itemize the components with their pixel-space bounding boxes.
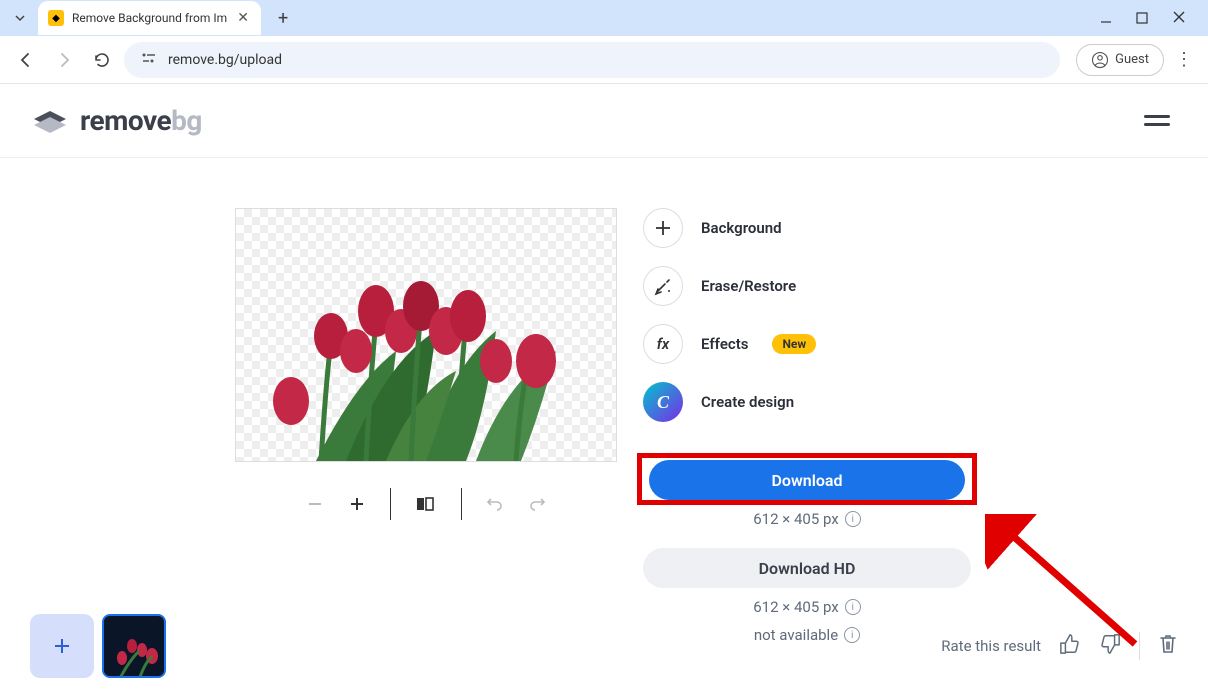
site-settings-icon[interactable] xyxy=(140,51,158,69)
fx-icon: fx xyxy=(643,324,683,364)
site-header: removebg xyxy=(0,84,1208,158)
download-button[interactable]: Download xyxy=(649,460,965,500)
info-icon[interactable]: i xyxy=(845,599,861,615)
brush-icon xyxy=(643,266,683,306)
canva-icon: C xyxy=(643,382,683,422)
minimize-icon[interactable] xyxy=(1100,9,1112,28)
address-bar[interactable]: remove.bg/upload xyxy=(124,42,1060,78)
zoom-out-button[interactable] xyxy=(306,495,324,513)
erase-restore-action[interactable]: Erase/Restore xyxy=(643,266,971,306)
bottom-bar: Rate this result xyxy=(0,614,1208,678)
image-thumbnail[interactable] xyxy=(102,614,166,678)
zoom-in-button[interactable] xyxy=(348,495,366,513)
browser-tab[interactable]: ◆ Remove Background from Im ✕ xyxy=(38,1,261,35)
site-logo[interactable]: removebg xyxy=(30,104,202,137)
rate-label: Rate this result xyxy=(941,637,1041,655)
delete-icon[interactable] xyxy=(1158,633,1178,659)
browser-toolbar: remove.bg/upload Guest ⋮ xyxy=(0,36,1208,84)
url-text: remove.bg/upload xyxy=(168,52,282,68)
logo-text: removebg xyxy=(80,104,202,137)
canvas-toolbar xyxy=(306,488,546,520)
tab-close-icon[interactable]: ✕ xyxy=(235,10,251,26)
plus-icon xyxy=(643,208,683,248)
result-image xyxy=(236,261,617,461)
create-design-action[interactable]: C Create design xyxy=(643,382,971,422)
action-label: Erase/Restore xyxy=(701,277,796,295)
action-label: Background xyxy=(701,219,782,237)
profile-button[interactable]: Guest xyxy=(1076,44,1164,76)
action-label: Effects xyxy=(701,335,748,353)
thumbs-up-icon[interactable] xyxy=(1059,633,1081,659)
toolbar-separator xyxy=(461,488,462,520)
toolbar-separator xyxy=(390,488,391,520)
forward-button[interactable] xyxy=(48,44,80,76)
maximize-icon[interactable] xyxy=(1136,9,1148,28)
thumbnail-strip xyxy=(30,614,166,678)
window-controls xyxy=(1086,0,1200,36)
close-window-icon[interactable] xyxy=(1172,9,1186,28)
page-content: removebg xyxy=(0,84,1208,696)
browser-menu-icon[interactable]: ⋮ xyxy=(1170,46,1198,74)
thumbs-down-icon[interactable] xyxy=(1099,633,1121,659)
background-action[interactable]: Background xyxy=(643,208,971,248)
tab-favicon: ◆ xyxy=(48,10,64,26)
download-size-label: 612 × 405 px i xyxy=(643,510,971,528)
new-tab-button[interactable]: + xyxy=(269,4,297,32)
result-canvas[interactable] xyxy=(235,208,617,462)
download-hd-button[interactable]: Download HD xyxy=(643,548,971,588)
redo-button[interactable] xyxy=(528,497,546,511)
reload-button[interactable] xyxy=(86,44,118,76)
canvas-column xyxy=(235,208,617,644)
separator xyxy=(1139,632,1140,660)
browser-tab-strip: ◆ Remove Background from Im ✕ + xyxy=(0,0,1208,36)
menu-icon[interactable] xyxy=(1136,107,1178,134)
action-label: Create design xyxy=(701,393,794,411)
compare-button[interactable] xyxy=(415,495,437,513)
tab-search-dropdown[interactable] xyxy=(8,6,32,30)
back-button[interactable] xyxy=(10,44,42,76)
effects-action[interactable]: fx Effects New xyxy=(643,324,971,364)
add-image-button[interactable] xyxy=(30,614,94,678)
profile-label: Guest xyxy=(1115,52,1149,67)
new-badge: New xyxy=(772,334,816,354)
undo-button[interactable] xyxy=(486,497,504,511)
rate-section: Rate this result xyxy=(941,632,1178,660)
tab-title: Remove Background from Im xyxy=(72,11,227,25)
logo-icon xyxy=(30,105,70,137)
info-icon[interactable]: i xyxy=(845,511,861,527)
side-panel: Background Erase/Restore fx Effects New … xyxy=(643,208,971,644)
